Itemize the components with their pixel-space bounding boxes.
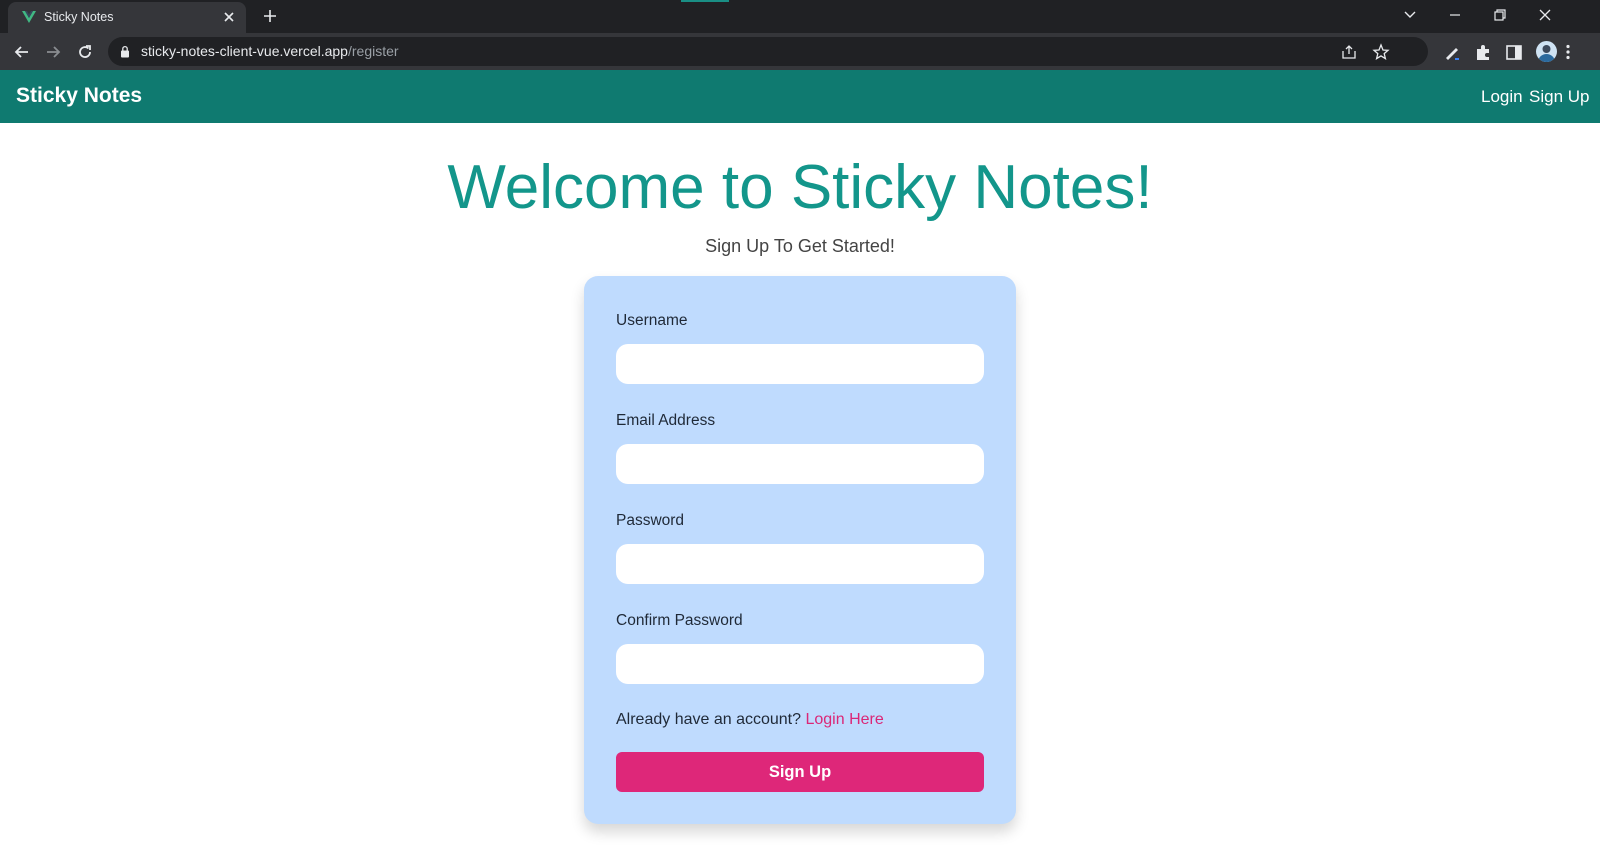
reload-icon[interactable] <box>75 42 95 62</box>
extensions-puzzle-icon[interactable] <box>1473 42 1493 62</box>
password-label: Password <box>616 512 685 529</box>
close-window-icon[interactable] <box>1536 6 1554 24</box>
browser-toolbar: sticky-notes-client-vue.vercel.app/regis… <box>0 33 1600 70</box>
vue-logo-icon <box>22 11 36 23</box>
pen-extension-icon[interactable] <box>1442 42 1462 62</box>
confirm-password-label: Confirm Password <box>616 612 743 629</box>
email-input[interactable] <box>616 444 984 484</box>
forward-arrow-icon[interactable] <box>43 42 63 62</box>
close-tab-icon[interactable] <box>222 10 236 24</box>
url-path: /register <box>347 43 399 59</box>
brand-logo-text[interactable]: Sticky Notes <box>16 84 142 108</box>
address-bar[interactable]: sticky-notes-client-vue.vercel.app/regis… <box>108 37 1428 66</box>
profile-avatar[interactable] <box>1536 41 1557 62</box>
bookmark-star-icon[interactable] <box>1372 43 1390 61</box>
share-icon[interactable] <box>1340 43 1358 61</box>
account-prompt-text: Already have an account? <box>616 711 802 728</box>
username-label: Username <box>616 312 688 329</box>
lock-icon[interactable] <box>120 45 130 58</box>
url-text[interactable]: sticky-notes-client-vue.vercel.app/regis… <box>141 43 399 59</box>
password-input[interactable] <box>616 544 984 584</box>
nav-signup-link[interactable]: Sign Up <box>1529 87 1589 107</box>
page-subtitle: Sign Up To Get Started! <box>705 236 895 256</box>
tab-search-icon[interactable] <box>1401 6 1419 24</box>
back-arrow-icon[interactable] <box>12 42 32 62</box>
signup-submit-button[interactable]: Sign Up <box>616 752 984 792</box>
profile-avatar-icon <box>1538 45 1555 62</box>
browser-tab-strip: Sticky Notes <box>0 0 1600 33</box>
url-host: sticky-notes-client-vue.vercel.app <box>141 43 348 59</box>
signup-form-card: Username Email Address Password Confirm … <box>584 276 1016 824</box>
new-tab-icon[interactable] <box>262 8 278 24</box>
app-navbar: Sticky Notes Login Sign Up <box>0 70 1600 123</box>
confirm-password-input[interactable] <box>616 644 984 684</box>
username-input[interactable] <box>616 344 984 384</box>
restore-window-icon[interactable] <box>1491 6 1509 24</box>
nav-login-link[interactable]: Login <box>1481 87 1523 107</box>
browser-tab-active[interactable]: Sticky Notes <box>8 2 246 33</box>
tab-strip-accent <box>681 0 729 2</box>
email-label: Email Address <box>616 412 716 429</box>
browser-menu-icon[interactable] <box>1558 42 1578 62</box>
login-here-link[interactable]: Login Here <box>805 711 883 728</box>
account-prompt: Already have an account? Login Here <box>616 711 884 729</box>
tab-title: Sticky Notes <box>44 10 114 24</box>
minimize-window-icon[interactable] <box>1446 6 1464 24</box>
side-panel-icon[interactable] <box>1504 42 1524 62</box>
page-title: Welcome to Sticky Notes! <box>447 153 1153 222</box>
